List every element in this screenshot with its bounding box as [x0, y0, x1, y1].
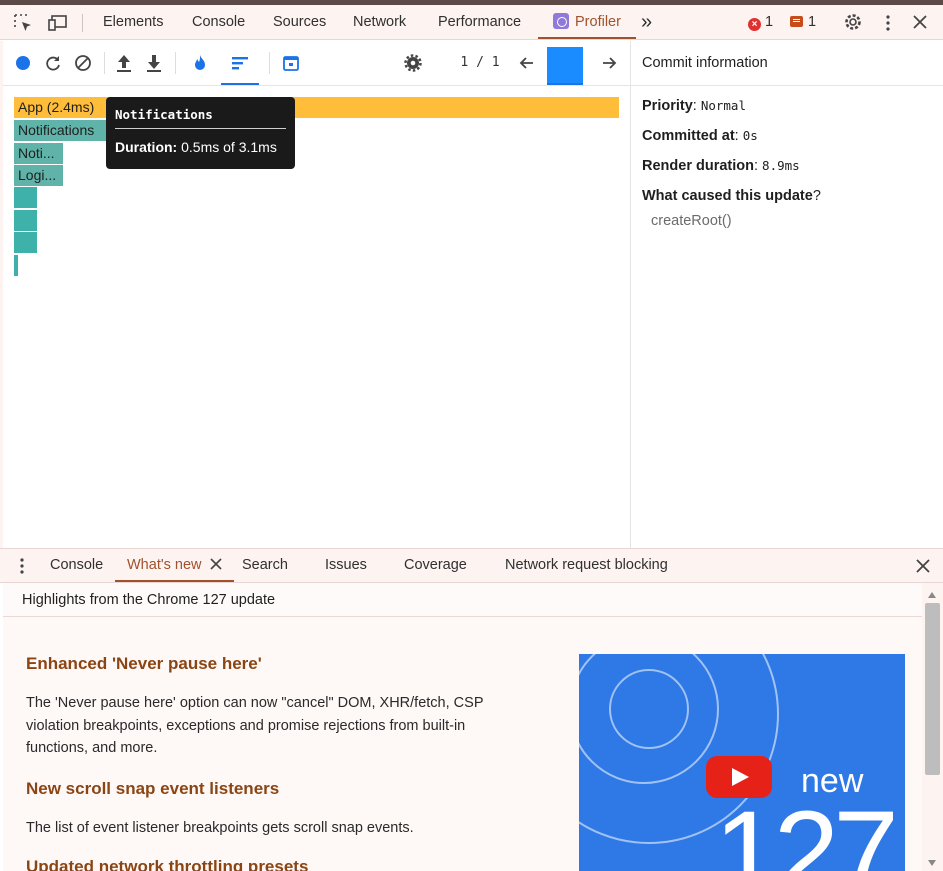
flame-tooltip: Notifications Duration: 0.5ms of 3.1ms: [106, 97, 295, 169]
commit-selector[interactable]: [547, 47, 583, 85]
flame-bar-app[interactable]: App (2.4ms): [14, 97, 619, 118]
download-icon[interactable]: [144, 52, 164, 74]
cause-row: What caused this update?: [642, 188, 821, 204]
ranked-chart: App (2.4ms) Notifications Noti... Logi..…: [3, 86, 630, 548]
timeline-icon[interactable]: [281, 52, 301, 74]
tab-network[interactable]: Network: [353, 5, 406, 39]
close-drawer-icon[interactable]: [916, 549, 930, 582]
more-tabs-icon[interactable]: »: [641, 5, 652, 39]
priority-row: Priority: Normal: [642, 98, 746, 114]
clear-icon[interactable]: [73, 52, 93, 74]
drawer-tab-whats-new[interactable]: What's new: [115, 549, 234, 582]
section-body: The list of event listener breakpoints g…: [26, 820, 414, 836]
devtools-settings-icon[interactable]: [843, 5, 863, 39]
drawer-tabbar: Console What's new Search Issues Coverag…: [0, 548, 943, 583]
profiler-settings-icon[interactable]: [403, 52, 423, 74]
messages-count: 1: [808, 14, 817, 30]
flame-chart-icon[interactable]: [190, 52, 210, 74]
tooltip-duration-value: 0.5ms of 3.1ms: [181, 139, 277, 155]
toolbar-separator: [175, 52, 176, 74]
cause-value[interactable]: createRoot(): [651, 213, 732, 229]
committed-value: 0s: [742, 128, 758, 143]
whats-new-scrollbar[interactable]: [922, 583, 943, 871]
section-title[interactable]: Updated network throttling presets: [26, 857, 308, 871]
messages-counter[interactable]: 1: [790, 5, 816, 39]
toolbar-separator: [269, 52, 270, 74]
commit-index: 1 / 1: [460, 55, 500, 70]
flame-bar[interactable]: [14, 187, 37, 208]
decorative-ring: [609, 669, 689, 749]
tab-profiler[interactable]: Profiler: [538, 5, 636, 39]
scroll-down-arrow-icon[interactable]: [928, 860, 936, 866]
tab-performance[interactable]: Performance: [438, 5, 521, 39]
errors-count: 1: [765, 14, 774, 30]
error-icon: ×: [748, 18, 761, 31]
errors-counter[interactable]: × 1: [748, 5, 773, 39]
drawer-tab-network-request-blocking[interactable]: Network request blocking: [505, 549, 668, 582]
section-title[interactable]: New scroll snap event listeners: [26, 779, 279, 799]
whats-new-header: Highlights from the Chrome 127 update: [3, 583, 922, 617]
promo-version: 127: [714, 787, 899, 871]
customize-menu-icon[interactable]: [883, 5, 893, 39]
flame-bar-logi[interactable]: Logi...: [14, 165, 63, 186]
cause-label: What caused this update: [642, 188, 813, 204]
tab-console[interactable]: Console: [192, 5, 245, 39]
drawer-tab-whats-new-label: What's new: [127, 557, 202, 573]
flame-bar-notifications[interactable]: Notifications: [14, 120, 106, 141]
arrow-right-icon[interactable]: [599, 52, 619, 74]
drawer-tab-issues[interactable]: Issues: [325, 549, 367, 582]
toolbar-separator: [104, 52, 105, 74]
drawer-tab-console[interactable]: Console: [50, 549, 103, 582]
commit-bar[interactable]: [547, 47, 583, 83]
message-icon: [790, 16, 803, 27]
tab-profiler-label: Profiler: [575, 14, 621, 30]
commit-info-pane: Commit information Priority: Normal Comm…: [630, 41, 943, 548]
devtools-tabbar: Elements Console Sources Network Perform…: [0, 5, 943, 40]
section-title[interactable]: Enhanced 'Never pause here': [26, 654, 262, 674]
close-devtools-icon[interactable]: [912, 5, 928, 39]
render-duration-label: Render duration: [642, 158, 754, 174]
toolbar-separator: [82, 14, 83, 32]
profiler-toolbar: 1 / 1: [3, 41, 630, 86]
scroll-up-arrow-icon[interactable]: [928, 592, 936, 598]
tooltip-title: Notifications: [115, 107, 286, 129]
tooltip-duration: Duration: 0.5ms of 3.1ms: [115, 139, 286, 155]
render-duration-value: 8.9ms: [762, 158, 800, 173]
inspect-element-icon[interactable]: [13, 5, 33, 39]
whats-new-content: Enhanced 'Never pause here' The 'Never p…: [3, 617, 922, 871]
drawer-tab-search[interactable]: Search: [242, 549, 288, 582]
tab-elements[interactable]: Elements: [103, 5, 163, 39]
ranked-chart-icon[interactable]: [221, 52, 259, 85]
committed-row: Committed at: 0s: [642, 128, 758, 144]
flame-bar-noti[interactable]: Noti...: [14, 143, 63, 164]
priority-value: Normal: [700, 98, 746, 113]
device-toolbar-icon[interactable]: [47, 5, 69, 39]
flame-bar[interactable]: [14, 232, 37, 253]
commit-info-header: Commit information: [631, 41, 943, 86]
record-icon[interactable]: [13, 52, 33, 74]
tooltip-duration-label: Duration:: [115, 139, 178, 155]
close-tab-icon[interactable]: [209, 558, 222, 570]
whats-new-video-thumbnail[interactable]: new 127: [579, 654, 905, 871]
render-duration-row: Render duration: 8.9ms: [642, 158, 800, 174]
committed-label: Committed at: [642, 128, 735, 144]
react-profiler-icon: [553, 13, 569, 29]
flame-bar[interactable]: [14, 210, 37, 231]
arrow-left-icon[interactable]: [517, 52, 537, 74]
priority-label: Priority: [642, 98, 693, 114]
scrollbar-thumb[interactable]: [925, 603, 940, 775]
tab-sources[interactable]: Sources: [273, 5, 326, 39]
reload-icon[interactable]: [43, 52, 63, 74]
drawer-tab-coverage[interactable]: Coverage: [404, 549, 467, 582]
section-body: The 'Never pause here' option can now "c…: [26, 695, 484, 756]
drawer-menu-icon[interactable]: [17, 549, 27, 582]
upload-icon[interactable]: [114, 52, 134, 74]
flame-bar[interactable]: [14, 255, 18, 276]
